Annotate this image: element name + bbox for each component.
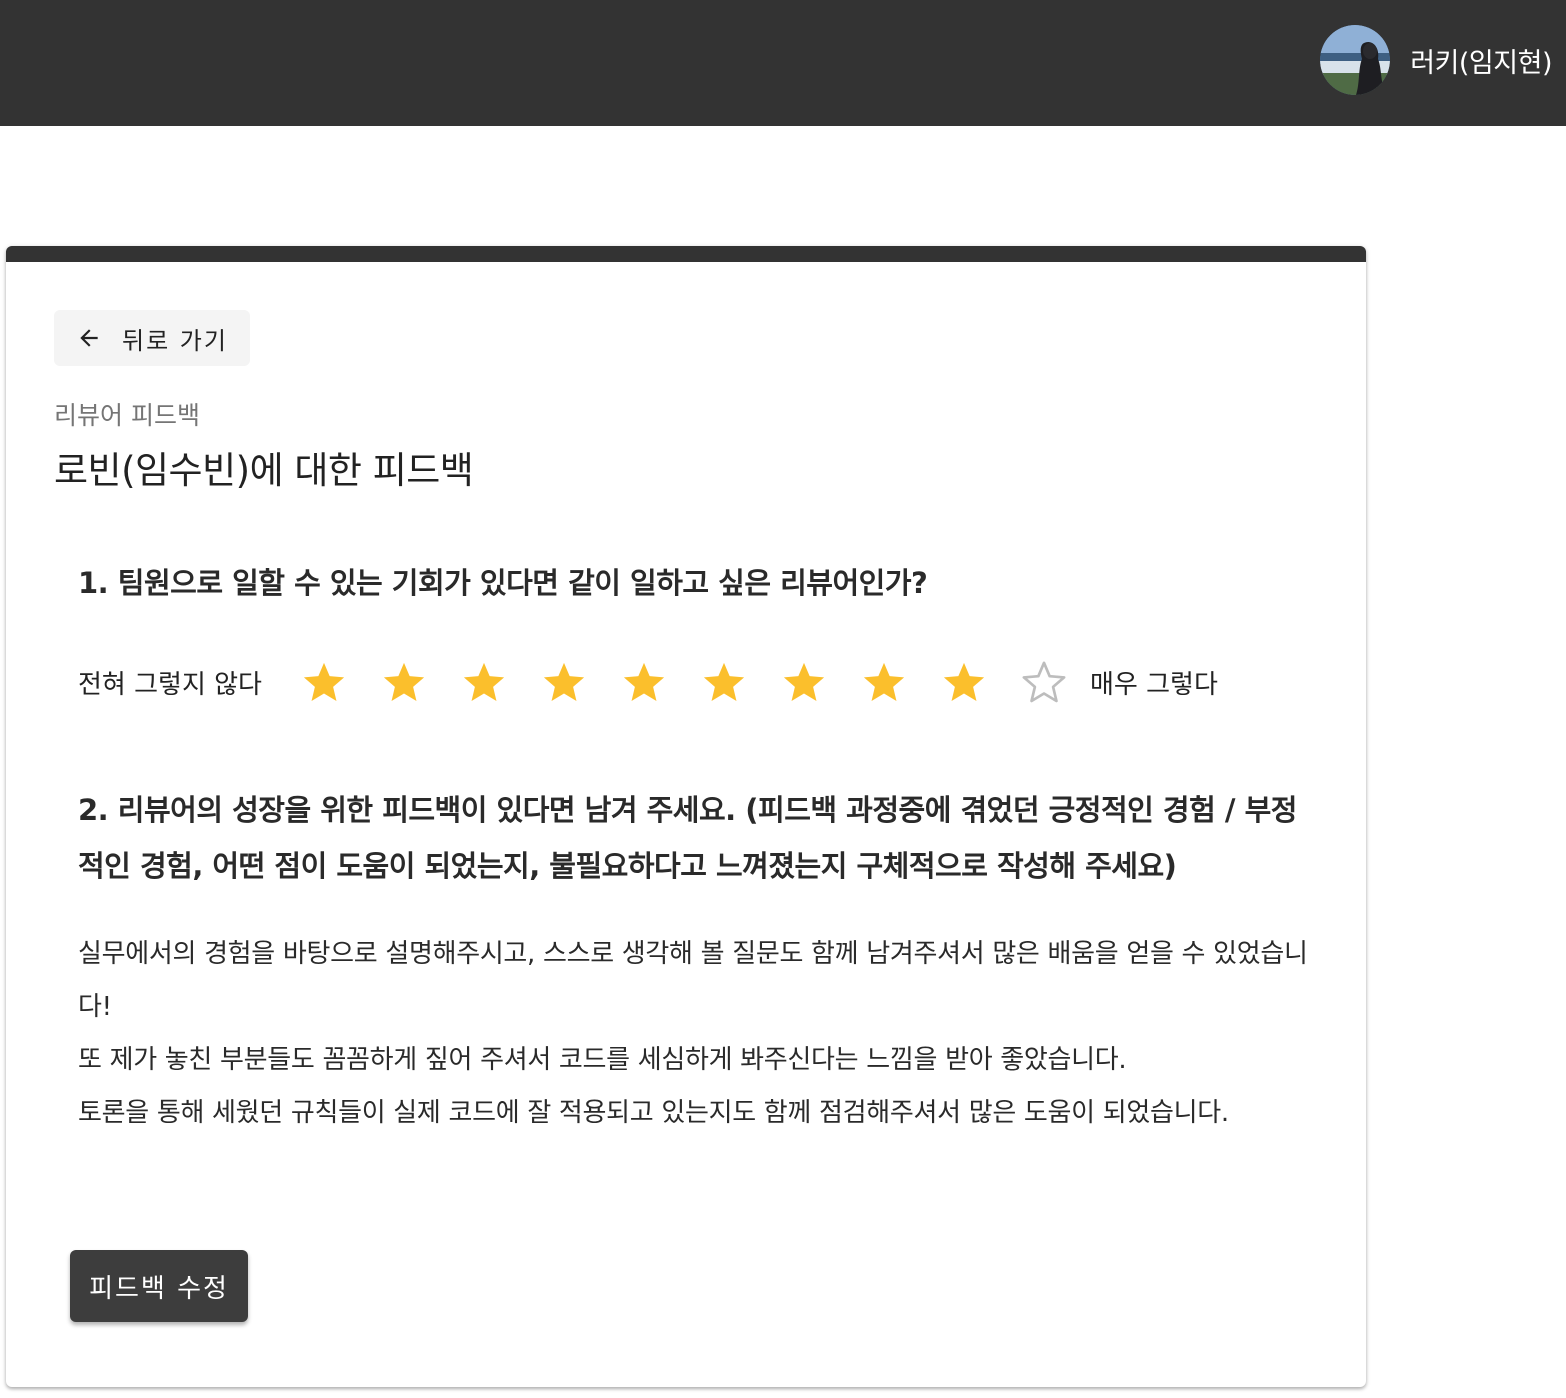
avatar[interactable] (1320, 25, 1391, 95)
back-button[interactable]: 뒤로 가기 (54, 310, 250, 366)
rating-high-label: 매우 그렇다 (1090, 669, 1218, 700)
user-profile[interactable]: 러키(임지현) (1320, 25, 1552, 95)
page-subtitle: 리뷰어 피드백 (54, 401, 200, 430)
back-button-label: 뒤로 가기 (122, 326, 228, 355)
star-filled-icon[interactable] (844, 657, 924, 707)
rating-row: 전혀 그렇지 않다 매우 그렇다 (78, 657, 1218, 707)
answer-line: 또 제가 놓친 부분들도 꼼꼼하게 짚어 주셔서 코드를 세심하게 봐주신다는 … (78, 1045, 1127, 1075)
top-header: 러키(임지현) (0, 0, 1566, 126)
rating-low-label: 전혀 그렇지 않다 (78, 669, 262, 700)
question-1: 1. 팀원으로 일할 수 있는 기회가 있다면 같이 일하고 싶은 리뷰어인가? (78, 566, 928, 600)
star-filled-icon[interactable] (924, 657, 1004, 707)
answer-line: 토론을 통해 세웠던 규칙들이 실제 코드에 잘 적용되고 있는지도 함께 점검… (78, 1098, 1229, 1128)
star-filled-icon[interactable] (604, 657, 684, 707)
question-2: 2. 리뷰어의 성장을 위한 피드백이 있다면 남겨 주세요. (피드백 과정중… (78, 793, 1297, 883)
page-title: 로빈(임수빈)에 대한 피드백 (54, 449, 474, 492)
user-name[interactable]: 러키(임지현) (1410, 41, 1552, 80)
star-filled-icon[interactable] (284, 657, 364, 707)
answer-text: 실무에서의 경험을 바탕으로 설명해주시고, 스스로 생각해 볼 질문도 함께 … (78, 928, 1308, 1140)
star-filled-icon[interactable] (684, 657, 764, 707)
arrow-left-icon (76, 325, 102, 351)
star-filled-icon[interactable] (364, 657, 444, 707)
star-filled-icon[interactable] (444, 657, 524, 707)
avatar-photo-icon (1320, 25, 1391, 95)
edit-feedback-button[interactable]: 피드백 수정 (70, 1250, 248, 1322)
star-filled-icon[interactable] (764, 657, 844, 707)
star-rating[interactable] (284, 657, 1084, 707)
star-filled-icon[interactable] (524, 657, 604, 707)
answer-line: 실무에서의 경험을 바탕으로 설명해주시고, 스스로 생각해 볼 질문도 함께 … (78, 939, 1308, 1022)
feedback-card: 뒤로 가기 리뷰어 피드백 로빈(임수빈)에 대한 피드백 1. 팀원으로 일할… (6, 246, 1366, 1387)
star-empty-icon[interactable] (1004, 657, 1084, 707)
